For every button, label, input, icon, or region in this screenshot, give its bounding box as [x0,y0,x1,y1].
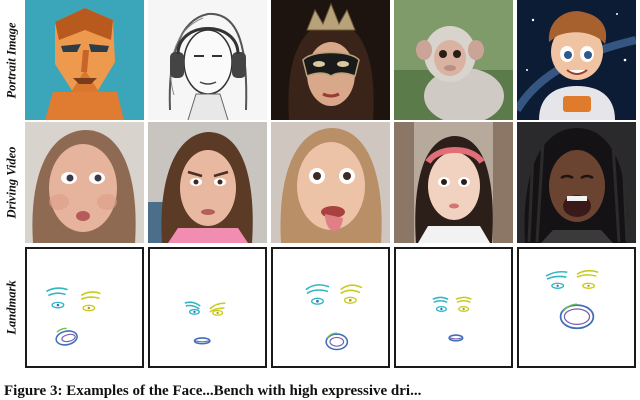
origami-man-icon [25,0,144,120]
row-label-landmark: Landmark [0,247,24,368]
row-label-driving: Driving Video [0,122,24,243]
landmark-sketch-5 [545,269,599,330]
driving-frame-4 [394,122,513,243]
landmark-panel-5 [517,247,636,368]
landmark-panel-2 [148,247,267,368]
row-label-portrait: Portrait Image [0,0,24,120]
row-label-landmark-text: Landmark [4,280,19,335]
puffed-cheeks-woman-icon [25,122,144,243]
baby-monkey-icon [394,0,513,120]
tongue-out-woman-icon [271,122,390,243]
landmark-sketch-3 [305,284,363,351]
landmark-sketch-2 [184,301,226,345]
driving-frame-2 [148,122,267,243]
driving-frame-3 [271,122,390,243]
driving-frame-5 [517,122,636,243]
landmark-panel-4 [394,247,513,368]
landmark-panel-1 [25,247,144,368]
portrait-image-5 [517,0,636,120]
frowning-woman-icon [148,122,267,243]
figure-caption: Figure 3: Examples of the Face...Bench w… [4,383,422,399]
sketch-woman-headphones-icon [148,0,267,120]
landmark-sketch-1 [45,287,101,346]
portrait-image-4 [394,0,513,120]
row-label-portrait-text: Portrait Image [4,21,19,99]
headband-woman-icon [394,122,513,243]
portrait-image-3 [271,0,390,120]
landmark-sketch-4 [432,296,472,342]
cartoon-astronaut-icon [517,0,636,120]
portrait-image-1 [25,0,144,120]
laughing-woman-icon [517,122,636,243]
masquerade-woman-icon [271,0,390,120]
driving-frame-1 [25,122,144,243]
portrait-image-2 [148,0,267,120]
row-label-driving-text: Driving Video [4,146,19,219]
landmark-panel-3 [271,247,390,368]
